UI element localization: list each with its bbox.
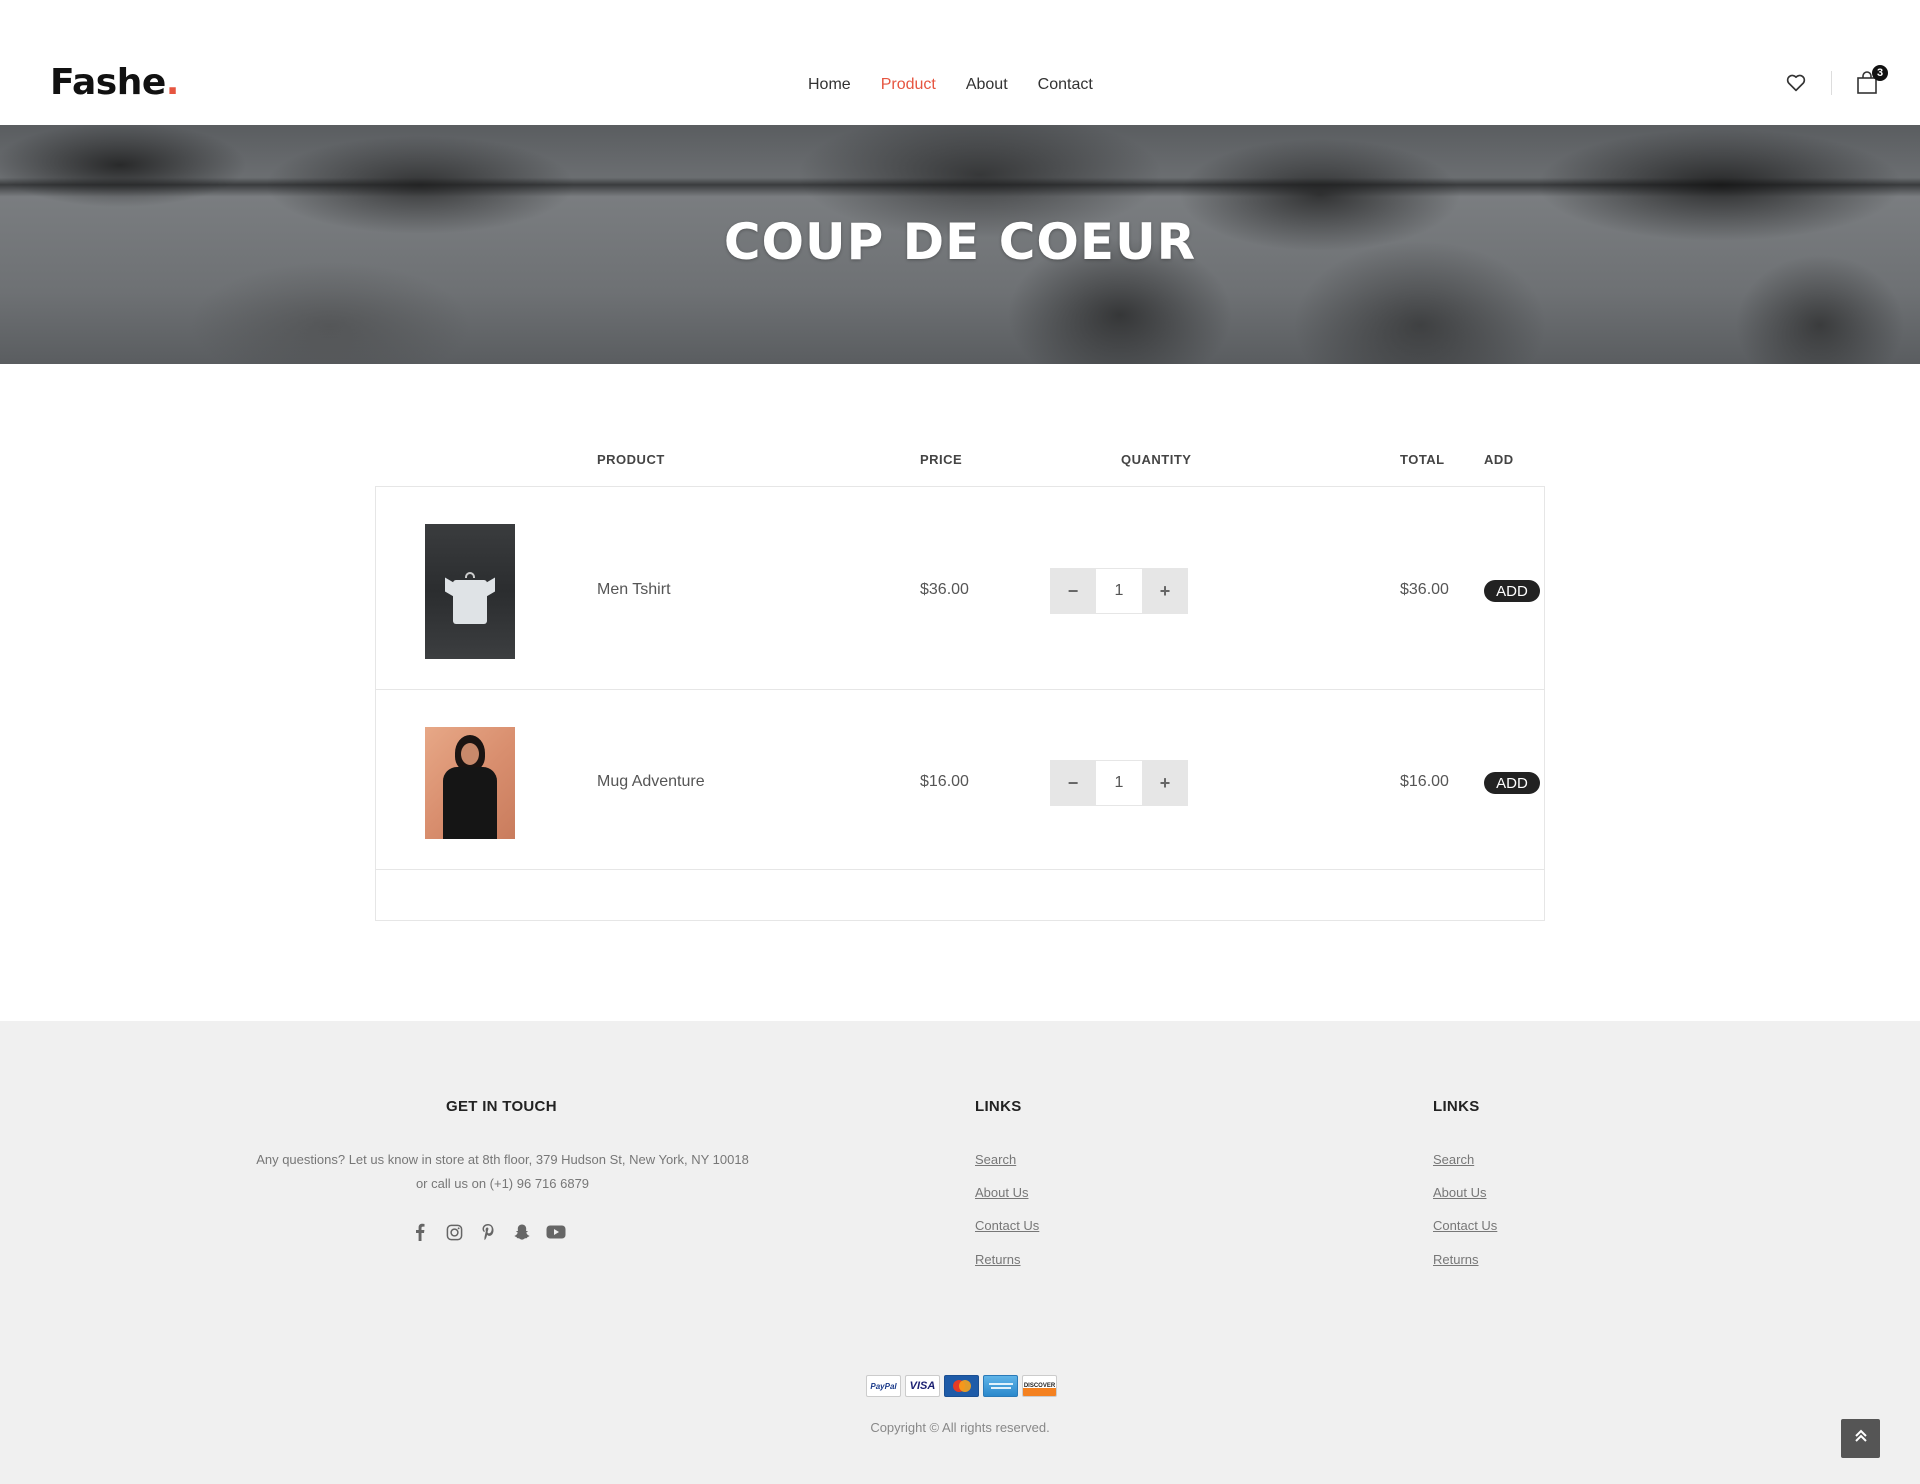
column-price: PRICE [920, 452, 963, 467]
footer-link-search[interactable]: Search [975, 1152, 1016, 1167]
add-button[interactable]: ADD [1484, 580, 1540, 602]
product-name: Mug Adventure [597, 773, 705, 790]
product-total: $16.00 [1400, 773, 1449, 790]
nav-contact[interactable]: Contact [1038, 76, 1093, 94]
column-quantity: QUANTITY [1121, 452, 1192, 467]
site-footer [0, 1021, 1920, 1484]
site-header: Fashe. Home Product About Contact 3 [0, 0, 1920, 125]
product-image-mug-adventure[interactable] [425, 727, 515, 839]
copyright-text: Copyright © All rights reserved. [870, 1420, 1050, 1435]
site-logo[interactable]: Fashe. [50, 62, 179, 103]
pinterest-icon[interactable] [478, 1222, 498, 1242]
footer-contact-text: Any questions? Let us know in store at 8… [256, 1152, 749, 1191]
product-total: $36.00 [1400, 581, 1449, 598]
row-divider [375, 869, 1545, 870]
discover-logo: DISCOVER [1022, 1375, 1057, 1397]
quantity-input[interactable]: 1 [1096, 568, 1142, 614]
footer-link-contact-us[interactable]: Contact Us [1433, 1218, 1497, 1233]
snapchat-icon[interactable] [512, 1222, 532, 1242]
column-product: PRODUCT [597, 452, 665, 467]
double-chevron-up-icon [1854, 1429, 1868, 1448]
header-icons: 3 [1783, 65, 1888, 96]
youtube-icon[interactable] [546, 1222, 566, 1242]
logo-dot: . [165, 62, 180, 103]
add-button[interactable]: ADD [1484, 772, 1540, 794]
quantity-stepper: − 1 + [1050, 760, 1188, 806]
social-links [410, 1222, 566, 1242]
column-add: ADD [1484, 452, 1514, 467]
facebook-icon[interactable] [410, 1222, 430, 1242]
page-title: COUP DE COEUR [723, 213, 1197, 271]
footer-get-in-touch-title: GET IN TOUCH [446, 1098, 557, 1115]
footer-links-title: LINKS [1433, 1098, 1480, 1115]
american-express-logo [983, 1375, 1018, 1397]
quantity-increase-button[interactable]: + [1142, 568, 1188, 614]
quantity-decrease-button[interactable]: − [1050, 760, 1096, 806]
paypal-logo: PayPal [866, 1375, 901, 1397]
nav-about[interactable]: About [966, 76, 1008, 94]
quantity-stepper: − 1 + [1050, 568, 1188, 614]
quantity-input[interactable]: 1 [1096, 760, 1142, 806]
logo-text: Fashe [50, 62, 166, 103]
cart-count-badge: 3 [1872, 65, 1888, 81]
header-divider [1831, 71, 1832, 95]
payment-methods: PayPal VISA DISCOVER [866, 1375, 1057, 1397]
cart-table [375, 486, 1545, 921]
back-to-top-button[interactable] [1841, 1419, 1880, 1458]
footer-link-returns[interactable]: Returns [1433, 1252, 1479, 1267]
footer-link-search[interactable]: Search [1433, 1152, 1474, 1167]
hero-banner: COUP DE COEUR [0, 125, 1920, 364]
shopping-bag-icon[interactable]: 3 [1854, 65, 1888, 96]
nav-product[interactable]: Product [881, 76, 936, 94]
footer-link-contact-us[interactable]: Contact Us [975, 1218, 1039, 1233]
main-nav: Home Product About Contact [808, 76, 1123, 94]
row-divider [375, 689, 1545, 690]
product-price: $36.00 [920, 581, 969, 598]
mastercard-logo [944, 1375, 979, 1397]
product-price: $16.00 [920, 773, 969, 790]
footer-links-title: LINKS [975, 1098, 1022, 1115]
nav-home[interactable]: Home [808, 76, 851, 94]
quantity-increase-button[interactable]: + [1142, 760, 1188, 806]
footer-link-about-us[interactable]: About Us [1433, 1185, 1486, 1200]
quantity-decrease-button[interactable]: − [1050, 568, 1096, 614]
footer-link-returns[interactable]: Returns [975, 1252, 1021, 1267]
product-name: Men Tshirt [597, 581, 671, 598]
heart-icon[interactable] [1783, 70, 1809, 96]
visa-logo: VISA [905, 1375, 940, 1397]
product-image-men-tshirt[interactable] [425, 524, 515, 659]
instagram-icon[interactable] [444, 1222, 464, 1242]
column-total: TOTAL [1400, 452, 1445, 467]
footer-link-about-us[interactable]: About Us [975, 1185, 1028, 1200]
